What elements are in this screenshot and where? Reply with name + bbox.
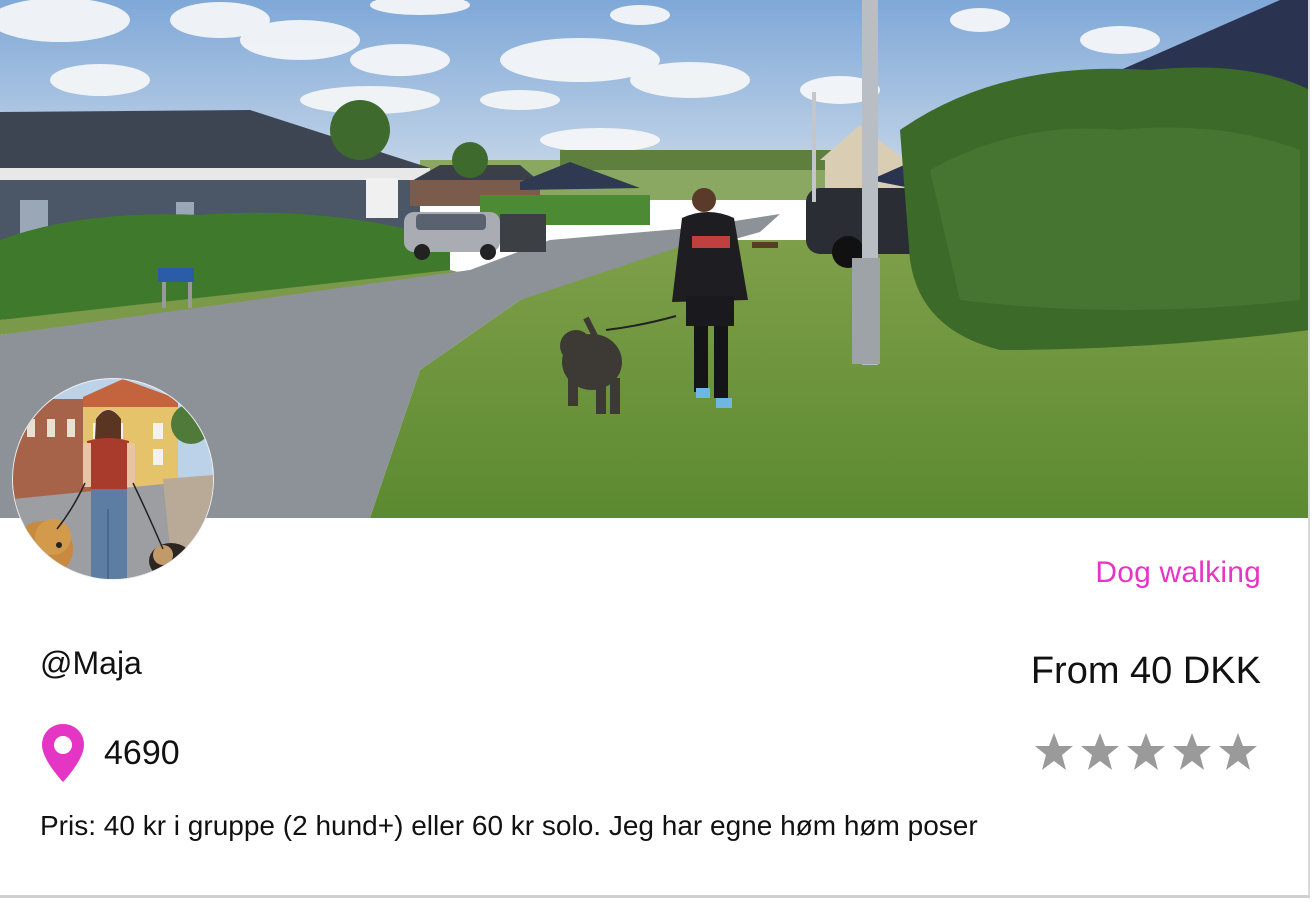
map-pin-icon	[42, 724, 84, 782]
username[interactable]: @Maja	[40, 645, 142, 682]
location-zip: 4690	[104, 733, 180, 772]
service-type: Dog walking	[1095, 556, 1261, 589]
description: Pris: 40 kr i gruppe (2 hund+) eller 60 …	[40, 810, 978, 841]
star-icon	[1219, 733, 1257, 770]
price: From 40 DKK	[1030, 650, 1261, 692]
star-icon	[1081, 733, 1119, 770]
star-icon	[1127, 733, 1165, 770]
star-icon	[1035, 733, 1073, 770]
star-icon	[1173, 733, 1211, 770]
rating-stars	[1034, 731, 1258, 773]
avatar	[12, 378, 214, 580]
walker-card[interactable]: Dog walking @Maja From 40 DKK 4690 Pris:…	[0, 0, 1310, 898]
location: 4690	[40, 722, 180, 784]
